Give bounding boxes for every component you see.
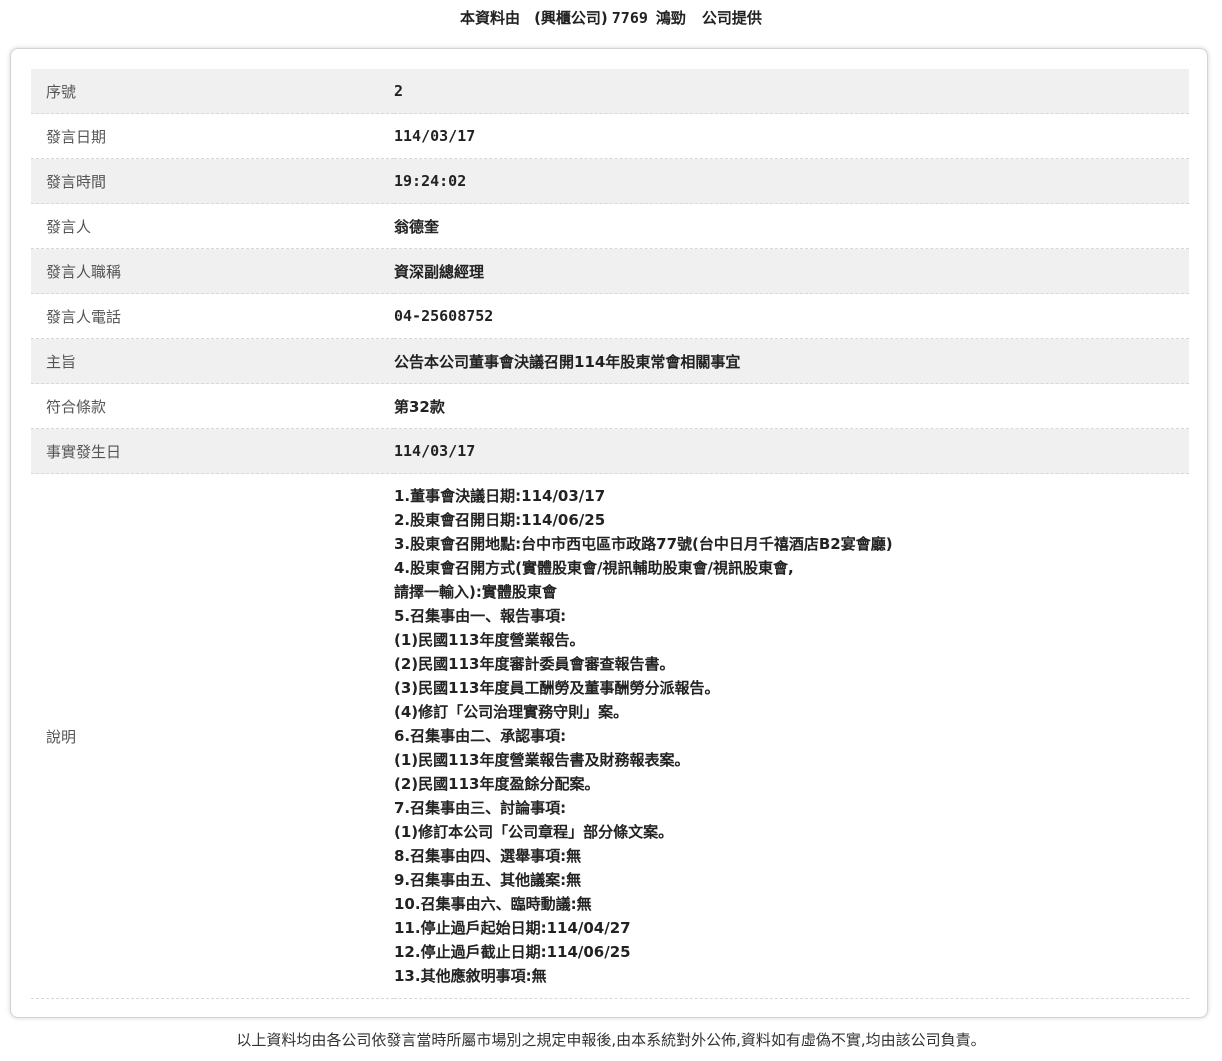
row-label: 事實發生日 bbox=[46, 442, 122, 461]
row-label: 主旨 bbox=[46, 352, 77, 371]
description-line: (1)修訂本公司「公司章程」部分條文案。 bbox=[394, 823, 674, 841]
description-line: (2)民國113年度審計委員會審查報告書。 bbox=[394, 655, 675, 673]
market-type: (興櫃公司) bbox=[534, 9, 608, 27]
row-occurrence-date: 事實發生日 114/03/17 bbox=[31, 428, 1189, 474]
description-line: (2)民國113年度盈餘分配案。 bbox=[394, 775, 600, 793]
row-subject: 主旨 公告本公司董事會決議召開114年股東常會相關事宜 bbox=[31, 338, 1189, 384]
description-line: 5.召集事由一、報告事項: bbox=[394, 607, 567, 625]
row-spokesperson-phone: 發言人電話 04-25608752 bbox=[31, 294, 1189, 339]
announcement-card: 序號 2 發言日期 114/03/17 發言時間 19:24:02 發言人 翁德… bbox=[10, 48, 1208, 1018]
row-announce-date: 發言日期 114/03/17 bbox=[31, 114, 1189, 159]
row-value: 資深副總經理 bbox=[394, 262, 485, 281]
description-line: 2.股東會召開日期:114/06/25 bbox=[394, 511, 606, 529]
disclaimer-footer: 以上資料均由各公司依發言當時所屬市場別之規定申報後,由本系統對外公佈,資料如有虛… bbox=[236, 1031, 986, 1049]
description-line: 1.董事會決議日期:114/03/17 bbox=[394, 487, 606, 505]
description-text: 1.董事會決議日期:114/03/17 2.股東會召開日期:114/06/25 … bbox=[394, 474, 1189, 999]
source-prefix: 本資料由 bbox=[460, 9, 521, 27]
row-label: 符合條款 bbox=[46, 397, 107, 416]
row-value: 第32款 bbox=[394, 397, 445, 416]
row-label: 發言日期 bbox=[46, 127, 107, 146]
description-line: 11.停止過戶起始日期:114/04/27 bbox=[394, 919, 631, 937]
row-announce-time: 發言時間 19:24:02 bbox=[31, 158, 1189, 204]
source-header: 本資料由 (興櫃公司) 7769 鴻勁 公司提供 bbox=[0, 6, 1222, 30]
row-label: 發言人 bbox=[46, 217, 92, 236]
row-value: 19:24:02 bbox=[394, 172, 467, 190]
company-name: 鴻勁 bbox=[655, 9, 686, 27]
announcement-table: 序號 2 發言日期 114/03/17 發言時間 19:24:02 發言人 翁德… bbox=[31, 69, 1189, 999]
description-line: (1)民國113年度營業報告。 bbox=[394, 631, 585, 649]
row-label: 序號 bbox=[46, 82, 77, 101]
row-spokesperson: 發言人 翁德奎 bbox=[31, 204, 1189, 249]
row-value: 114/03/17 bbox=[394, 127, 476, 145]
description-line: 12.停止過戶截止日期:114/06/25 bbox=[394, 943, 631, 961]
description-line: 13.其他應敘明事項:無 bbox=[394, 967, 547, 985]
row-label: 發言人電話 bbox=[46, 307, 122, 326]
row-spokesperson-title: 發言人職稱 資深副總經理 bbox=[31, 248, 1189, 294]
source-suffix: 公司提供 bbox=[701, 9, 762, 27]
description-line: (3)民國113年度員工酬勞及董事酬勞分派報告。 bbox=[394, 679, 720, 697]
row-value: 04-25608752 bbox=[394, 307, 494, 325]
row-clause: 符合條款 第32款 bbox=[31, 384, 1189, 429]
description-line: 10.召集事由六、臨時動議:無 bbox=[394, 895, 592, 913]
row-label: 說明 bbox=[46, 727, 77, 746]
description-line: 8.召集事由四、選舉事項:無 bbox=[394, 847, 582, 865]
row-description: 說明 1.董事會決議日期:114/03/17 2.股東會召開日期:114/06/… bbox=[31, 474, 1189, 999]
row-value: 114/03/17 bbox=[394, 442, 476, 460]
row-label: 發言人職稱 bbox=[46, 262, 122, 281]
description-line: 請擇一輸入):實體股東會 bbox=[394, 583, 557, 601]
description-line: 6.召集事由二、承認事項: bbox=[394, 727, 567, 745]
description-line: 7.召集事由三、討論事項: bbox=[394, 799, 567, 817]
row-label: 發言時間 bbox=[46, 172, 107, 191]
description-line: (4)修訂「公司治理實務守則」案。 bbox=[394, 703, 629, 721]
description-line: 9.召集事由五、其他議案:無 bbox=[394, 871, 582, 889]
row-value: 2 bbox=[394, 82, 404, 100]
row-serial: 序號 2 bbox=[31, 69, 1189, 114]
description-line: 4.股東會召開方式(實體股東會/視訊輔助股東會/視訊股東會, bbox=[394, 559, 794, 577]
description-line: 3.股東會召開地點:台中市西屯區市政路77號(台中日月千禧酒店B2宴會廳) bbox=[394, 535, 893, 553]
row-value: 翁德奎 bbox=[394, 217, 440, 236]
company-code: 7769 bbox=[611, 9, 648, 27]
row-value: 公告本公司董事會決議召開114年股東常會相關事宜 bbox=[394, 352, 741, 371]
description-line: (1)民國113年度營業報告書及財務報表案。 bbox=[394, 751, 690, 769]
